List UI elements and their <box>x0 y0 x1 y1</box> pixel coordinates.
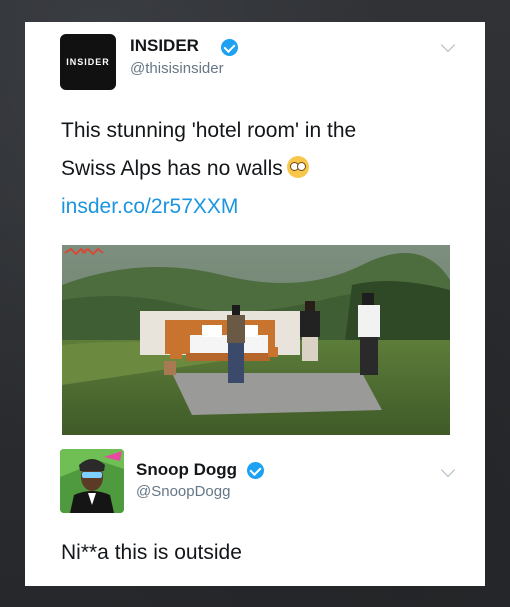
flushed-face-emoji-icon <box>286 156 309 178</box>
chevron-down-icon[interactable] <box>440 37 456 53</box>
insider-avatar[interactable]: INSIDER <box>60 34 116 90</box>
snoop-dogg-avatar-image <box>60 449 124 513</box>
reply-text: Ni**a this is outside <box>61 541 242 564</box>
tweet-link[interactable]: insder.co/2r57XXM <box>61 188 411 226</box>
tweet-header: INSIDER INSIDER @thisisinsider <box>60 34 470 94</box>
reply-chevron-down-icon[interactable] <box>440 462 456 478</box>
snoop-dogg-avatar[interactable] <box>60 449 124 513</box>
reply-header: Snoop Dogg @SnoopDogg <box>60 449 460 515</box>
hotel-room-photo <box>62 245 450 435</box>
author-name[interactable]: INSIDER <box>130 36 199 56</box>
verified-badge-icon <box>221 39 238 56</box>
tweet-card: INSIDER INSIDER @thisisinsider This stun… <box>25 22 485 586</box>
reply-author-handle[interactable]: @SnoopDogg <box>136 483 230 500</box>
tweet-text-line-2-text: Swiss Alps has no walls <box>61 157 283 180</box>
tweet-text-line-2: Swiss Alps has no walls <box>61 150 411 188</box>
tweet-media-image[interactable] <box>62 245 450 435</box>
reply-author-name[interactable]: Snoop Dogg <box>136 460 237 480</box>
insider-avatar-text: INSIDER <box>66 57 110 67</box>
author-handle[interactable]: @thisisinsider <box>130 60 224 77</box>
tweet-text: This stunning 'hotel room' in the Swiss … <box>61 112 411 226</box>
tweet-text-line-1: This stunning 'hotel room' in the <box>61 119 357 142</box>
reply-verified-badge-icon <box>247 462 264 479</box>
